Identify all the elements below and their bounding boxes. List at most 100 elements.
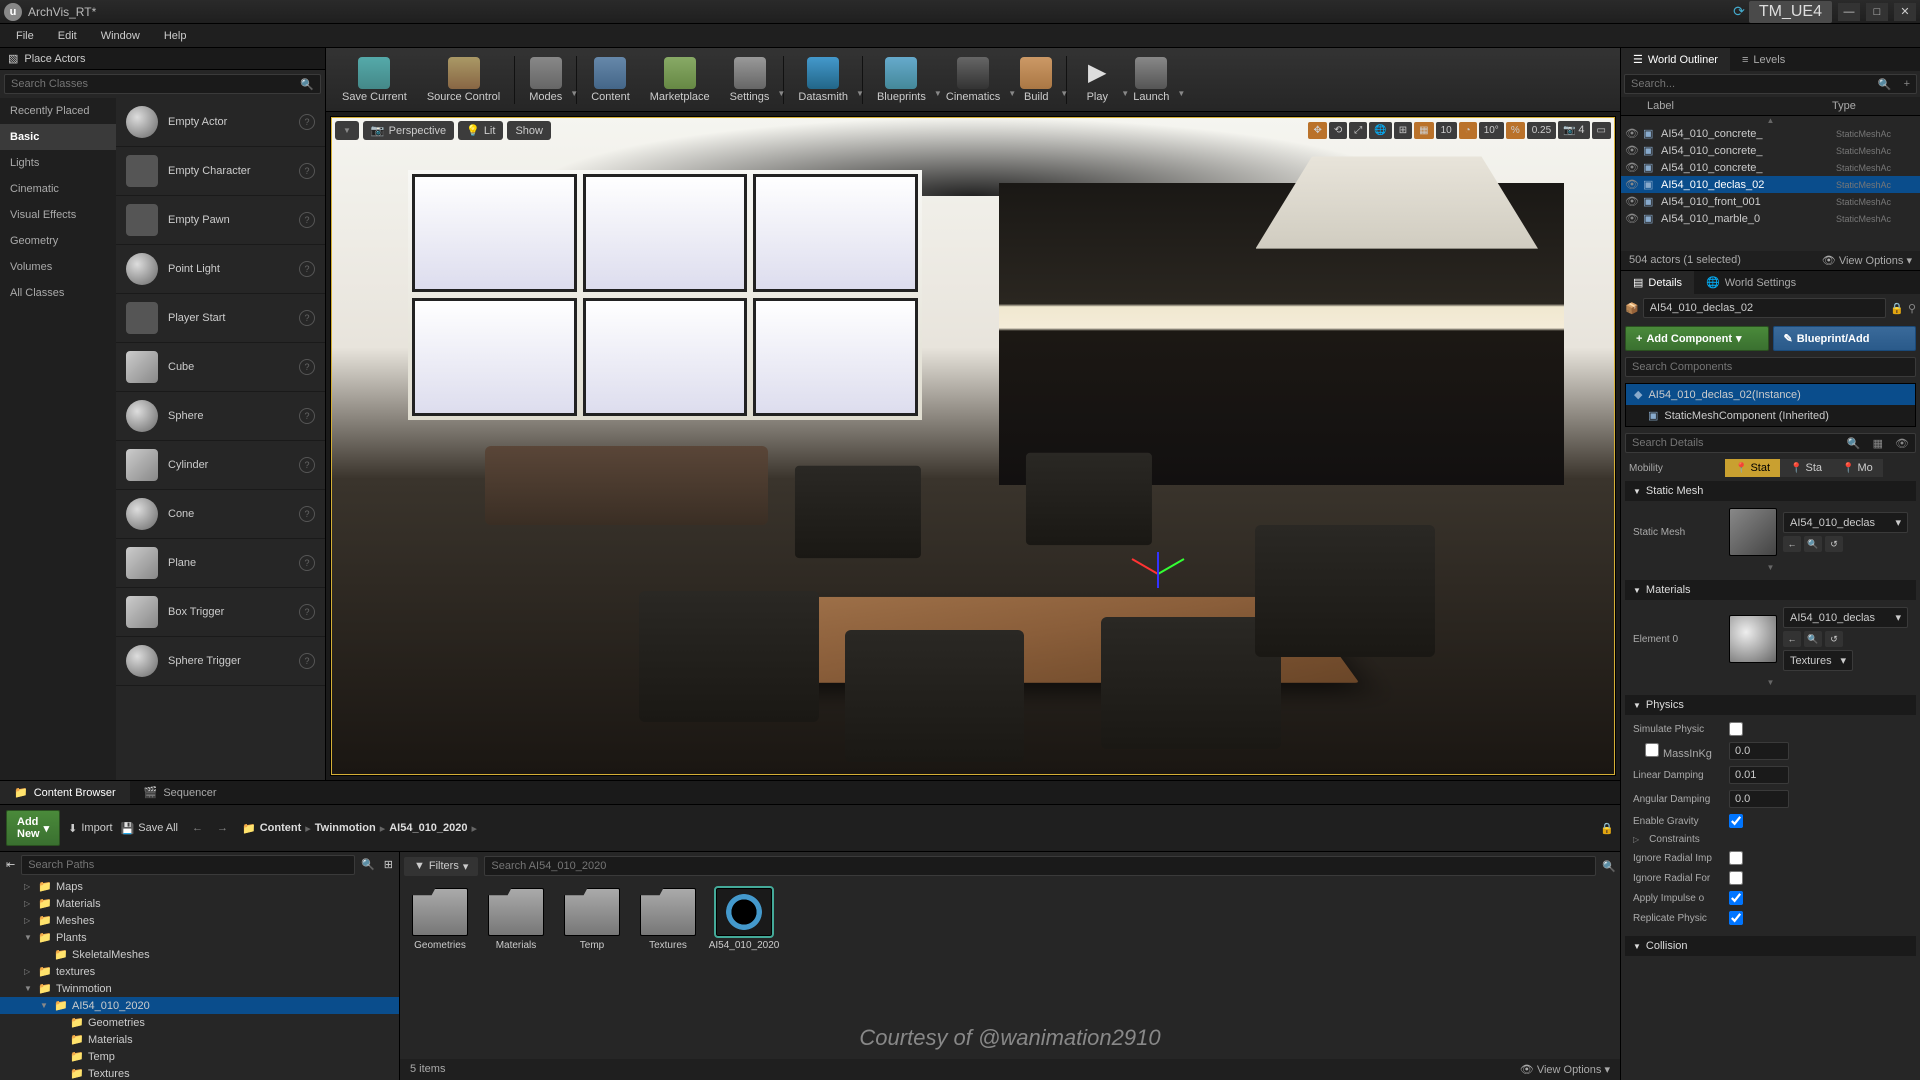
scale-snap-value[interactable]: 0.25 xyxy=(1527,122,1556,139)
mass-override-checkbox[interactable] xyxy=(1645,743,1659,757)
add-icon[interactable]: + xyxy=(1898,78,1916,90)
mobility-static[interactable]: 📍Stat xyxy=(1725,459,1780,477)
nav-forward-button[interactable]: → xyxy=(211,819,234,837)
help-icon[interactable]: ? xyxy=(299,506,315,522)
toolbar-launch-button[interactable]: Launch▼ xyxy=(1123,50,1179,110)
grid-snap-value[interactable]: 10 xyxy=(1436,122,1457,139)
search-icon[interactable]: 🔍 xyxy=(358,855,378,875)
expand-icon[interactable]: ▷ xyxy=(24,899,34,908)
search-assets-input[interactable] xyxy=(484,856,1596,876)
outliner-row[interactable]: 👁▣AI54_010_concrete_StaticMeshAc xyxy=(1621,142,1920,159)
expand-icon[interactable]: ▼ xyxy=(40,1001,50,1010)
menu-window[interactable]: Window xyxy=(89,27,152,45)
toolbar-blueprints-button[interactable]: Blueprints▼ xyxy=(867,50,936,110)
tree-folder[interactable]: ▼📁Plants xyxy=(0,929,399,946)
actor-name-input[interactable] xyxy=(1643,298,1887,318)
rotate-mode-button[interactable]: ⟲ xyxy=(1329,122,1347,139)
expand-icon[interactable]: ▷ xyxy=(24,916,34,925)
help-icon[interactable]: ? xyxy=(299,653,315,669)
linear-damping-input[interactable] xyxy=(1729,766,1789,784)
tree-folder[interactable]: ▼📁AI54_010_2020 xyxy=(0,997,399,1014)
mobility-movable[interactable]: 📍Mo xyxy=(1832,459,1883,477)
search-icon[interactable]: 🔍 xyxy=(1602,860,1616,873)
place-actors-tab[interactable]: ▧ Place Actors xyxy=(0,48,325,70)
visibility-icon[interactable]: 👁 xyxy=(1625,127,1639,140)
toolbar-settings-button[interactable]: Settings▼ xyxy=(720,50,780,110)
view-options-button[interactable]: 👁 View Options ▾ xyxy=(1822,254,1912,267)
place-item[interactable]: Player Start? xyxy=(116,294,325,343)
toolbar-source-control-button[interactable]: Source Control xyxy=(417,50,510,110)
expand-icon[interactable]: ▷ xyxy=(24,967,34,976)
angular-damping-input[interactable] xyxy=(1729,790,1789,808)
angle-snap-button[interactable]: ◔ xyxy=(1459,122,1477,139)
apply-impulse-checkbox[interactable] xyxy=(1729,891,1743,905)
search-components-input[interactable] xyxy=(1626,358,1915,376)
search-classes-input[interactable] xyxy=(5,75,294,93)
tree-folder[interactable]: ▷📁Materials xyxy=(0,895,399,912)
help-icon[interactable]: ? xyxy=(299,408,315,424)
material-dropdown[interactable]: AI54_010_declas▾ xyxy=(1783,607,1908,628)
material-thumbnail[interactable] xyxy=(1729,615,1777,663)
asset-item[interactable]: Geometries xyxy=(408,888,472,951)
tree-folder[interactable]: ▷📁Meshes xyxy=(0,912,399,929)
assets-grid[interactable]: GeometriesMaterialsTempTexturesAI54_010_… xyxy=(400,880,1620,1059)
viewport[interactable]: ▼ 📷Perspective 💡Lit Show ✥ ⟲ ⤢ 🌐 ⊞ ▦ 10 … xyxy=(330,116,1616,776)
help-icon[interactable]: ? xyxy=(299,212,315,228)
visibility-icon[interactable]: 👁 xyxy=(1625,144,1639,157)
surface-snap-button[interactable]: ⊞ xyxy=(1394,122,1412,139)
search-details[interactable]: 🔍 ▦ 👁 xyxy=(1625,433,1916,453)
menu-edit[interactable]: Edit xyxy=(46,27,89,45)
mobility-stationary[interactable]: 📍Sta xyxy=(1780,459,1832,477)
toolbar-modes-button[interactable]: Modes▼ xyxy=(519,50,572,110)
outliner-row[interactable]: 👁▣AI54_010_declas_02StaticMeshAc xyxy=(1621,176,1920,193)
section-header[interactable]: ▼Static Mesh xyxy=(1625,481,1916,501)
outliner-search-input[interactable] xyxy=(1625,75,1872,93)
outliner-row[interactable]: 👁▣AI54_010_front_001StaticMeshAc xyxy=(1621,193,1920,210)
place-category[interactable]: Basic xyxy=(0,124,116,150)
help-icon[interactable]: ? xyxy=(299,114,315,130)
place-item[interactable]: Empty Character? xyxy=(116,147,325,196)
expand-icon[interactable]: ▷ xyxy=(24,882,34,891)
help-icon[interactable]: ? xyxy=(299,457,315,473)
toolbar-play-button[interactable]: ▶Play▼ xyxy=(1071,50,1123,110)
place-category[interactable]: Visual Effects xyxy=(0,202,116,228)
scroll-up-icon[interactable]: ▲ xyxy=(1621,116,1920,125)
property-matrix-icon[interactable]: ▦ xyxy=(1867,437,1889,450)
help-icon[interactable]: ? xyxy=(299,163,315,179)
world-settings-tab[interactable]: 🌐World Settings xyxy=(1694,271,1808,294)
toolbar-datasmith-button[interactable]: Datasmith▼ xyxy=(788,50,858,110)
place-item[interactable]: Cube? xyxy=(116,343,325,392)
view-options-button[interactable]: 👁 View Options ▾ xyxy=(1520,1063,1610,1076)
translate-mode-button[interactable]: ✥ xyxy=(1308,122,1326,139)
levels-tab[interactable]: ≡Levels xyxy=(1730,48,1797,71)
place-item[interactable]: Cone? xyxy=(116,490,325,539)
visibility-icon[interactable]: 👁 xyxy=(1625,195,1639,208)
maximize-button[interactable]: □ xyxy=(1866,3,1888,21)
toolbar-marketplace-button[interactable]: Marketplace xyxy=(640,50,720,110)
browse-icon[interactable]: 🔍 xyxy=(1804,536,1822,552)
help-icon[interactable]: ? xyxy=(299,261,315,277)
add-new-button[interactable]: Add New ▾ xyxy=(6,810,60,846)
breadcrumb-item[interactable]: Twinmotion xyxy=(315,822,376,834)
mass-input[interactable] xyxy=(1729,742,1789,760)
section-header[interactable]: ▼Collision xyxy=(1625,936,1916,956)
search-details-input[interactable] xyxy=(1626,434,1841,452)
viewport-perspective-button[interactable]: 📷Perspective xyxy=(363,121,454,140)
place-item[interactable]: Sphere Trigger? xyxy=(116,637,325,686)
chevron-down-icon[interactable]: ▼ xyxy=(1177,89,1187,98)
details-tab[interactable]: ▤Details xyxy=(1621,271,1694,294)
blueprint-add-button[interactable]: ✎ Blueprint/Add xyxy=(1773,326,1917,351)
outliner-row[interactable]: 👁▣AI54_010_concrete_StaticMeshAc xyxy=(1621,125,1920,142)
outliner-search[interactable]: 🔍 + xyxy=(1624,74,1917,94)
replicate-physics-checkbox[interactable] xyxy=(1729,911,1743,925)
use-selected-icon[interactable]: ← xyxy=(1783,536,1801,552)
tree-folder[interactable]: 📁Geometries xyxy=(0,1014,399,1031)
place-item[interactable]: Empty Actor? xyxy=(116,98,325,147)
toolbar-content-button[interactable]: Content xyxy=(581,50,640,110)
nav-back-button[interactable]: ← xyxy=(186,819,209,837)
sync-icon[interactable]: ⟳ xyxy=(1733,3,1745,20)
section-header[interactable]: ▼Materials xyxy=(1625,580,1916,600)
help-icon[interactable]: ? xyxy=(299,359,315,375)
scale-mode-button[interactable]: ⤢ xyxy=(1349,122,1367,139)
place-item[interactable]: Box Trigger? xyxy=(116,588,325,637)
